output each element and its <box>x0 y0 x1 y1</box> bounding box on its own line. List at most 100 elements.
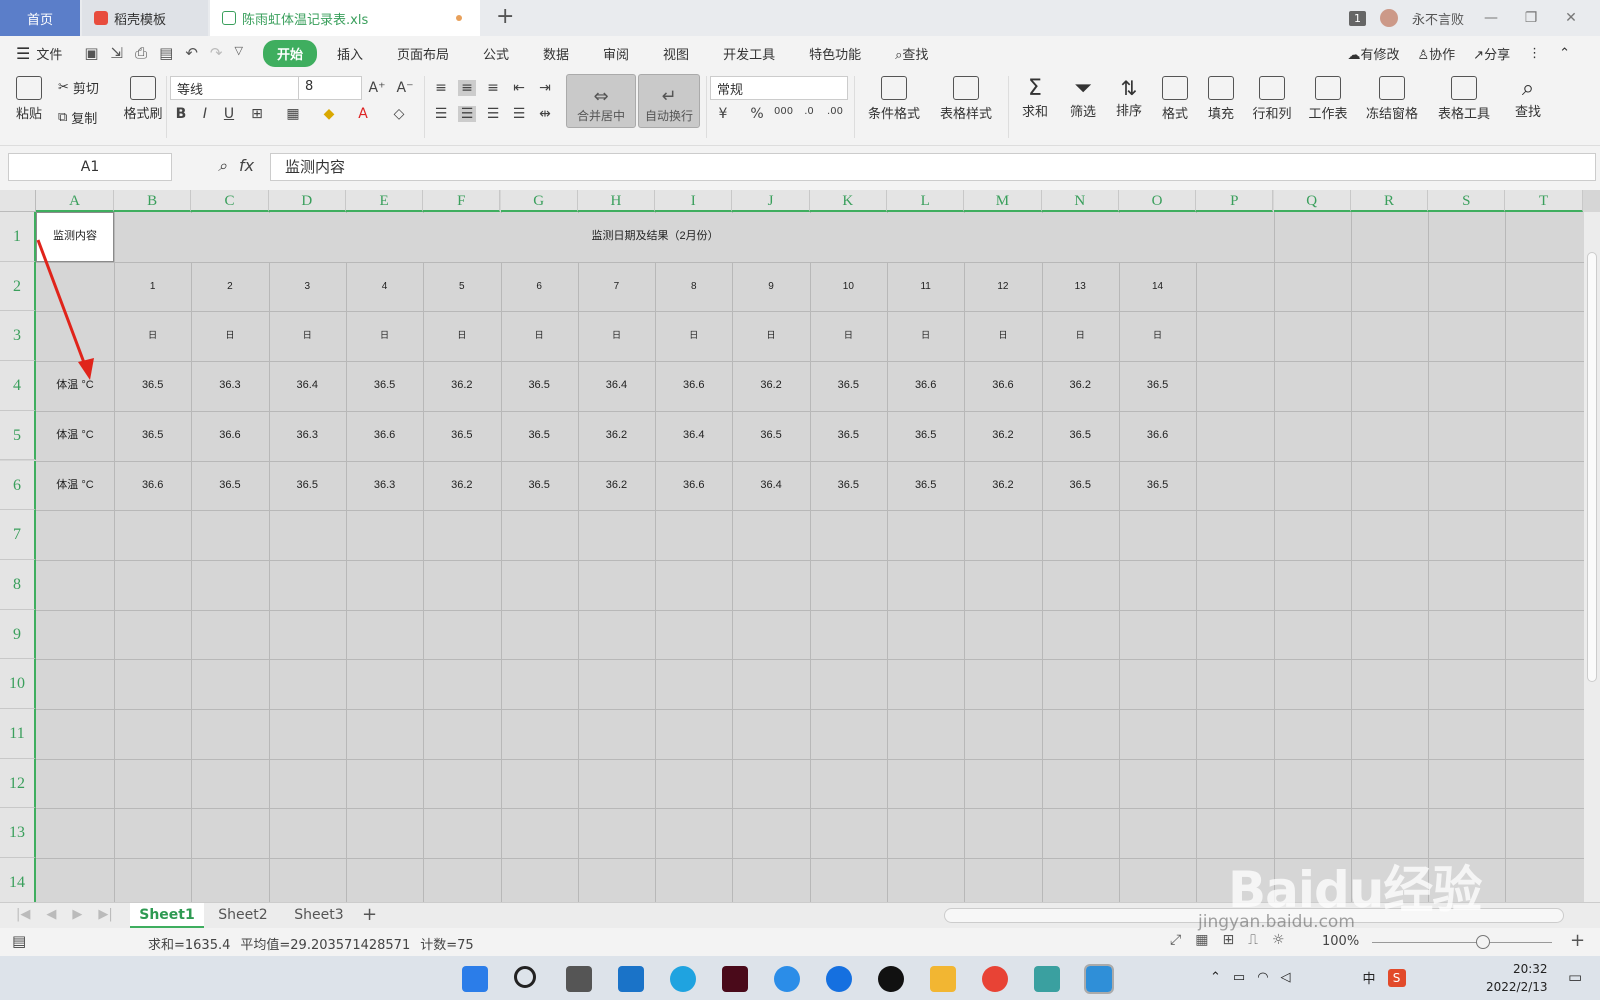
align-bottom-icon[interactable]: ≡ <box>484 80 502 96</box>
align-right-icon[interactable]: ☰ <box>484 106 502 122</box>
number-format-select[interactable]: 常规 <box>710 76 848 100</box>
row-header-14[interactable]: 14 <box>0 858 36 902</box>
cell-temperature-value[interactable]: 36.5 <box>114 361 191 411</box>
cell-temperature-value[interactable]: 36.2 <box>578 461 655 511</box>
cell-day-unit[interactable]: 日 <box>1042 311 1119 361</box>
cell-day-2[interactable]: 2 <box>191 262 268 312</box>
cell-day-unit[interactable]: 日 <box>191 311 268 361</box>
column-header-h[interactable]: H <box>577 190 656 212</box>
thousands-icon[interactable]: 000 <box>774 106 793 122</box>
column-header-b[interactable]: B <box>114 190 192 212</box>
column-header-o[interactable]: O <box>1118 190 1197 212</box>
widgets-icon[interactable] <box>618 966 644 992</box>
cell-day-10[interactable]: 10 <box>810 262 887 312</box>
cell-day-5[interactable]: 5 <box>423 262 500 312</box>
cell-temperature-value[interactable]: 36.4 <box>269 361 346 411</box>
add-sheet-icon[interactable]: + <box>362 904 377 925</box>
browser-q-icon[interactable] <box>826 966 852 992</box>
cell-day-14[interactable]: 14 <box>1119 262 1196 312</box>
align-center-icon[interactable]: ☰ <box>458 106 476 122</box>
cell-day-unit[interactable]: 日 <box>269 311 346 361</box>
align-left-icon[interactable]: ☰ <box>432 106 450 122</box>
tab-docer-templates[interactable]: 稻壳模板 <box>82 0 208 36</box>
row-header-6[interactable]: 6 <box>0 460 36 511</box>
column-header-c[interactable]: C <box>191 190 269 212</box>
decrease-decimal-icon[interactable]: .00 <box>826 106 844 122</box>
sogou-icon[interactable]: S <box>1387 968 1406 987</box>
new-tab-button[interactable]: + <box>496 4 514 29</box>
task-view-icon[interactable] <box>566 966 592 992</box>
cell-day-unit[interactable]: 日 <box>346 311 423 361</box>
column-header-d[interactable]: D <box>268 190 346 212</box>
cell-temperature-value[interactable]: 36.2 <box>578 411 655 461</box>
paste-button[interactable]: 粘贴 <box>0 76 58 122</box>
cell-temperature-value[interactable]: 36.3 <box>191 361 268 411</box>
cell-temperature-value[interactable]: 36.6 <box>655 461 732 511</box>
cell-temperature-value[interactable]: 36.6 <box>887 361 964 411</box>
column-header-g[interactable]: G <box>500 190 578 212</box>
customize-icon[interactable]: ▽ <box>234 44 242 62</box>
cell-temperature-value[interactable]: 36.5 <box>732 411 809 461</box>
modified-button[interactable]: ☁有修改 <box>1347 44 1399 63</box>
restore-icon[interactable]: ❐ <box>1518 10 1544 26</box>
row-header-13[interactable]: 13 <box>0 808 36 859</box>
column-header-n[interactable]: N <box>1041 190 1119 212</box>
cell-temperature-value[interactable]: 36.5 <box>114 411 191 461</box>
fx-icon[interactable]: fx <box>239 156 254 176</box>
zoom-formula-icon[interactable]: ⌕ <box>218 156 227 176</box>
zoom-level[interactable]: 100% <box>1322 934 1359 949</box>
wifi-icon[interactable]: ◠ <box>1257 970 1268 985</box>
cell-temperature-value[interactable]: 36.2 <box>423 461 500 511</box>
currency-icon[interactable]: ¥ <box>714 106 732 122</box>
column-header-k[interactable]: K <box>809 190 887 212</box>
table-style-button[interactable]: 表格样式 <box>930 76 1002 122</box>
cell-day-unit[interactable]: 日 <box>114 311 191 361</box>
format-button[interactable]: 格式 <box>1150 76 1200 122</box>
cell-row-label[interactable]: 体温 °C <box>36 461 114 511</box>
sort-button[interactable]: ⇅ 排序 <box>1104 76 1154 119</box>
cell-temperature-value[interactable]: 36.5 <box>887 411 964 461</box>
cell-temperature-value[interactable]: 36.5 <box>1119 361 1196 411</box>
row-header-12[interactable]: 12 <box>0 758 36 809</box>
cell-temperature-value[interactable]: 36.6 <box>655 361 732 411</box>
cell-temperature-value[interactable]: 36.4 <box>655 411 732 461</box>
sheet-tab-3[interactable]: Sheet3 <box>282 903 356 928</box>
row-header-5[interactable]: 5 <box>0 410 36 461</box>
cell-temperature-value[interactable]: 36.4 <box>578 361 655 411</box>
zoom-slider[interactable] <box>1372 942 1552 943</box>
collapse-ribbon-icon[interactable]: ⌃ <box>1559 46 1570 61</box>
cell-temperature-value[interactable]: 36.3 <box>269 411 346 461</box>
minimize-icon[interactable]: — <box>1478 10 1504 26</box>
eye-protection-icon[interactable]: ☼ <box>1272 932 1285 948</box>
cell-temperature-value[interactable]: 36.5 <box>501 411 578 461</box>
cell-fill-icon[interactable]: ▦ <box>284 106 302 122</box>
formula-input[interactable]: 监测内容 <box>270 153 1596 181</box>
cell-temperature-value[interactable]: 36.5 <box>423 411 500 461</box>
cell-temperature-value[interactable]: 36.2 <box>964 411 1041 461</box>
column-header-i[interactable]: I <box>655 190 733 212</box>
prev-sheet-icon[interactable]: ◀ <box>46 907 56 922</box>
cell-temperature-value[interactable]: 36.5 <box>346 361 423 411</box>
bold-icon[interactable]: B <box>172 106 190 122</box>
user-name[interactable]: 永不言败 <box>1412 9 1464 28</box>
underline-icon[interactable]: U <box>220 106 238 122</box>
windows-start-icon[interactable] <box>462 966 488 992</box>
column-header-p[interactable]: P <box>1196 190 1274 212</box>
cell-temperature-value[interactable]: 36.5 <box>810 411 887 461</box>
wps-taskbar-icon[interactable] <box>1084 964 1114 994</box>
find-button[interactable]: ⌕ 查找 <box>1500 76 1556 120</box>
column-header-j[interactable]: J <box>732 190 810 212</box>
row-header-8[interactable]: 8 <box>0 559 36 610</box>
search-command[interactable]: ⌕查找 <box>881 40 942 67</box>
volume-icon[interactable]: ◁ <box>1281 970 1291 985</box>
normal-view-icon[interactable]: ▦ <box>1195 932 1208 948</box>
cell-day-8[interactable]: 8 <box>655 262 732 312</box>
percent-icon[interactable]: % <box>748 106 766 122</box>
tab-features[interactable]: 特色功能 <box>795 40 875 67</box>
cell-temperature-value[interactable]: 36.2 <box>423 361 500 411</box>
font-color-icon[interactable]: A <box>354 106 372 122</box>
tab-home-ribbon[interactable]: 开始 <box>262 39 317 67</box>
row-col-button[interactable]: 行和列 <box>1244 76 1300 122</box>
column-header-r[interactable]: R <box>1350 190 1429 212</box>
battery-icon[interactable]: ▭ <box>1233 970 1245 985</box>
